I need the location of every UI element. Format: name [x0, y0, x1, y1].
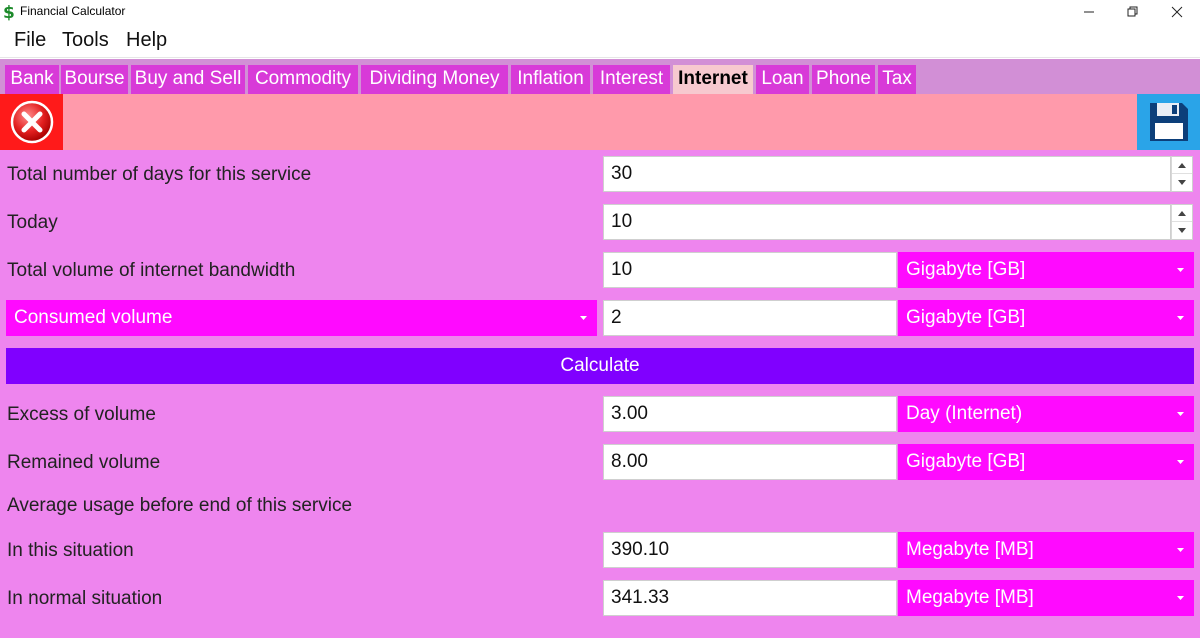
consumed-mode-select[interactable]: Consumed volume: [6, 300, 597, 336]
tab-inflation[interactable]: Inflation: [511, 65, 590, 94]
minimize-icon[interactable]: [1066, 0, 1112, 24]
normal-situation-output[interactable]: 341.33: [603, 580, 897, 616]
tab-bank[interactable]: Bank: [5, 65, 59, 94]
spin-down-icon[interactable]: [1172, 174, 1192, 191]
menu-file[interactable]: File: [14, 29, 46, 52]
tab-interest[interactable]: Interest: [593, 65, 670, 94]
spin-up-icon[interactable]: [1172, 205, 1192, 222]
normal-situation-label: In normal situation: [7, 588, 163, 609]
chevron-down-icon: [1177, 460, 1184, 464]
today-spinner[interactable]: [1171, 204, 1193, 240]
tab-bourse[interactable]: Bourse: [61, 65, 128, 94]
menu-tools[interactable]: Tools: [62, 29, 109, 52]
total-days-spinner[interactable]: [1171, 156, 1193, 192]
excess-label: Excess of volume: [7, 404, 156, 425]
internet-form: Total number of days for this service 30…: [0, 150, 1200, 638]
total-days-label: Total number of days for this service: [7, 164, 312, 185]
today-label: Today: [7, 212, 58, 233]
tab-phone[interactable]: Phone: [812, 65, 875, 94]
this-situation-output[interactable]: 390.10: [603, 532, 897, 568]
dollar-icon: $: [3, 3, 15, 21]
total-volume-unit-select[interactable]: Gigabyte [GB]: [898, 252, 1194, 288]
consumed-unit-select[interactable]: Gigabyte [GB]: [898, 300, 1194, 336]
normal-situation-unit-value: Megabyte [MB]: [906, 587, 1034, 608]
total-volume-unit-value: Gigabyte [GB]: [906, 259, 1026, 280]
calculate-button[interactable]: Calculate: [6, 348, 1194, 384]
tab-buy-and-sell[interactable]: Buy and Sell: [131, 65, 245, 94]
today-input[interactable]: 10: [603, 204, 1171, 240]
this-situation-unit-value: Megabyte [MB]: [906, 539, 1034, 560]
tab-internet[interactable]: Internet: [673, 65, 753, 94]
close-icon[interactable]: [1154, 0, 1200, 24]
chevron-down-icon: [1177, 412, 1184, 416]
this-situation-label: In this situation: [7, 540, 134, 561]
spin-up-icon[interactable]: [1172, 157, 1192, 174]
excess-output[interactable]: 3.00: [603, 396, 897, 432]
window-title: Financial Calculator: [20, 4, 126, 18]
svg-text:$: $: [3, 3, 15, 21]
remained-label: Remained volume: [7, 452, 161, 473]
chevron-down-icon: [1177, 268, 1184, 272]
tab-dividing-money[interactable]: Dividing Money: [361, 65, 508, 94]
menu-help[interactable]: Help: [126, 29, 167, 52]
normal-situation-unit-select[interactable]: Megabyte [MB]: [898, 580, 1194, 616]
close-circle-icon: [10, 100, 53, 144]
consumed-volume-input[interactable]: 2: [603, 300, 897, 336]
title-bar: $ Financial Calculator: [0, 0, 1200, 24]
tab-tax[interactable]: Tax: [878, 65, 916, 94]
toolbar: [0, 94, 1200, 150]
chevron-down-icon: [580, 316, 587, 320]
this-situation-unit-select[interactable]: Megabyte [MB]: [898, 532, 1194, 568]
consumed-unit-value: Gigabyte [GB]: [906, 307, 1026, 328]
chevron-down-icon: [1177, 316, 1184, 320]
total-volume-input[interactable]: 10: [603, 252, 897, 288]
remained-unit-value: Gigabyte [GB]: [906, 451, 1026, 472]
total-volume-label: Total volume of internet bandwidth: [7, 260, 296, 281]
excess-unit-value: Day (Internet): [906, 403, 1023, 424]
save-button[interactable]: [1137, 94, 1200, 150]
restore-icon[interactable]: [1110, 0, 1156, 24]
excess-unit-select[interactable]: Day (Internet): [898, 396, 1194, 432]
total-days-input[interactable]: 30: [603, 156, 1171, 192]
spin-down-icon[interactable]: [1172, 222, 1192, 239]
chevron-down-icon: [1177, 548, 1184, 552]
menu-bar: File Tools Help: [0, 24, 1200, 58]
consumed-mode-value: Consumed volume: [14, 307, 173, 328]
floppy-disk-icon: [1149, 103, 1188, 141]
remained-unit-select[interactable]: Gigabyte [GB]: [898, 444, 1194, 480]
tab-loan[interactable]: Loan: [756, 65, 809, 94]
tab-strip: Bank Bourse Buy and Sell Commodity Divid…: [0, 59, 1200, 94]
close-button[interactable]: [0, 94, 63, 150]
remained-output[interactable]: 8.00: [603, 444, 897, 480]
average-usage-heading: Average usage before end of this service: [7, 495, 353, 516]
chevron-down-icon: [1177, 596, 1184, 600]
tab-commodity[interactable]: Commodity: [248, 65, 358, 94]
